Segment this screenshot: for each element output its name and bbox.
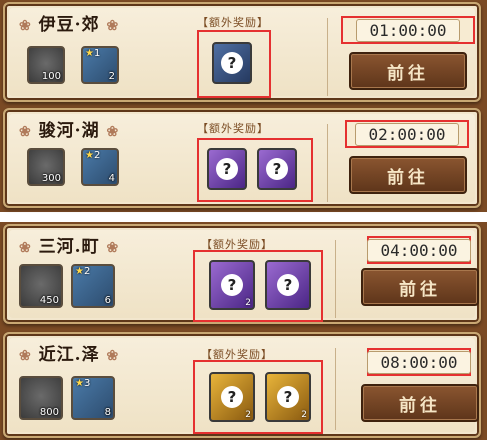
mystery-card[interactable]: ? 2 bbox=[209, 260, 255, 310]
question-icon: ? bbox=[277, 386, 299, 408]
coin-reward[interactable]: 800 bbox=[19, 376, 63, 420]
mystery-card[interactable]: ? bbox=[207, 148, 247, 190]
painting-quantity: 4 bbox=[108, 173, 115, 184]
question-icon: ? bbox=[221, 386, 243, 408]
flower-icon: ❀ bbox=[106, 348, 120, 364]
mystery-card[interactable]: ? bbox=[212, 42, 252, 84]
painting-quantity: 8 bbox=[104, 407, 111, 418]
coin-quantity: 450 bbox=[39, 295, 59, 306]
countdown-timer: 02:00:00 bbox=[345, 120, 469, 148]
countdown-timer: 01:00:00 bbox=[341, 16, 475, 44]
flower-icon: ❀ bbox=[106, 240, 120, 256]
timer-text: 04:00:00 bbox=[367, 238, 471, 262]
divider bbox=[327, 18, 328, 96]
location-name: ❀ 三河.町 ❀ bbox=[19, 237, 120, 257]
location-name: ❀ 伊豆·郊 ❀ bbox=[19, 15, 120, 35]
coin-reward[interactable]: 100 bbox=[27, 46, 65, 84]
flower-icon: ❀ bbox=[19, 18, 32, 34]
card-count: 2 bbox=[245, 298, 251, 308]
timer-text: 02:00:00 bbox=[355, 122, 459, 146]
mystery-card[interactable]: ? 2 bbox=[209, 372, 255, 422]
question-icon: ? bbox=[216, 158, 238, 180]
divider bbox=[335, 240, 336, 318]
flower-icon: ❀ bbox=[19, 348, 32, 364]
mystery-card[interactable]: ? 2 bbox=[265, 372, 311, 422]
location-name: ❀ 骏河·湖 ❀ bbox=[19, 121, 120, 141]
painting-reward[interactable]: ★2 6 bbox=[71, 264, 115, 308]
star-rank: ★2 bbox=[75, 266, 91, 277]
painting-reward[interactable]: ★3 8 bbox=[71, 376, 115, 420]
countdown-timer: 08:00:00 bbox=[367, 348, 471, 376]
go-button[interactable]: 前往 bbox=[349, 156, 467, 194]
question-icon: ? bbox=[221, 52, 243, 74]
flower-icon: ❀ bbox=[106, 18, 120, 34]
divider bbox=[335, 348, 336, 430]
go-button[interactable]: 前往 bbox=[361, 384, 479, 422]
timer-text: 01:00:00 bbox=[356, 18, 460, 42]
expedition-row: ❀ 近江.泽 ❀ 800 ★3 8 【额外奖励】 ? 2 ? 2 08:00:00 前… bbox=[3, 332, 481, 438]
question-icon: ? bbox=[266, 158, 288, 180]
star-rank: ★3 bbox=[75, 378, 91, 389]
card-count: 2 bbox=[301, 410, 307, 420]
coin-quantity: 300 bbox=[41, 173, 61, 184]
painting-quantity: 6 bbox=[104, 295, 111, 306]
card-count: 2 bbox=[245, 410, 251, 420]
painting-reward[interactable]: ★1 2 bbox=[81, 46, 119, 84]
expedition-row: ❀ 骏河·湖 ❀ 300 ★2 4 【额外奖励】 ? ? 02:00:00 前往 bbox=[3, 108, 481, 208]
expedition-row: ❀ 三河.町 ❀ 450 ★2 6 【额外奖励】 ? 2 ? 04:00:00 前往 bbox=[3, 224, 481, 324]
question-icon: ? bbox=[277, 274, 299, 296]
go-button[interactable]: 前往 bbox=[349, 52, 467, 90]
coin-quantity: 800 bbox=[39, 407, 59, 418]
extra-reward-label: 【额外奖励】 bbox=[197, 16, 269, 29]
timer-text: 08:00:00 bbox=[367, 350, 471, 374]
countdown-timer: 04:00:00 bbox=[367, 236, 471, 264]
flower-icon: ❀ bbox=[106, 124, 120, 140]
question-icon: ? bbox=[221, 274, 243, 296]
expedition-row: ❀ 伊豆·郊 ❀ 100 ★1 2 【额外奖励】 ? 01:00:00 前往 bbox=[3, 2, 481, 102]
go-button[interactable]: 前往 bbox=[361, 268, 479, 306]
painting-quantity: 2 bbox=[108, 71, 115, 82]
coin-reward[interactable]: 450 bbox=[19, 264, 63, 308]
flower-icon: ❀ bbox=[19, 240, 32, 256]
coin-reward[interactable]: 300 bbox=[27, 148, 65, 186]
flower-icon: ❀ bbox=[19, 124, 32, 140]
separator bbox=[0, 212, 487, 222]
extra-reward-label: 【额外奖励】 bbox=[197, 122, 269, 135]
star-rank: ★1 bbox=[85, 48, 101, 59]
location-name: ❀ 近江.泽 ❀ bbox=[19, 345, 120, 365]
mystery-card[interactable]: ? bbox=[265, 260, 311, 310]
mystery-card[interactable]: ? bbox=[257, 148, 297, 190]
painting-reward[interactable]: ★2 4 bbox=[81, 148, 119, 186]
star-rank: ★2 bbox=[85, 150, 101, 161]
divider bbox=[327, 124, 328, 202]
coin-quantity: 100 bbox=[41, 71, 61, 82]
